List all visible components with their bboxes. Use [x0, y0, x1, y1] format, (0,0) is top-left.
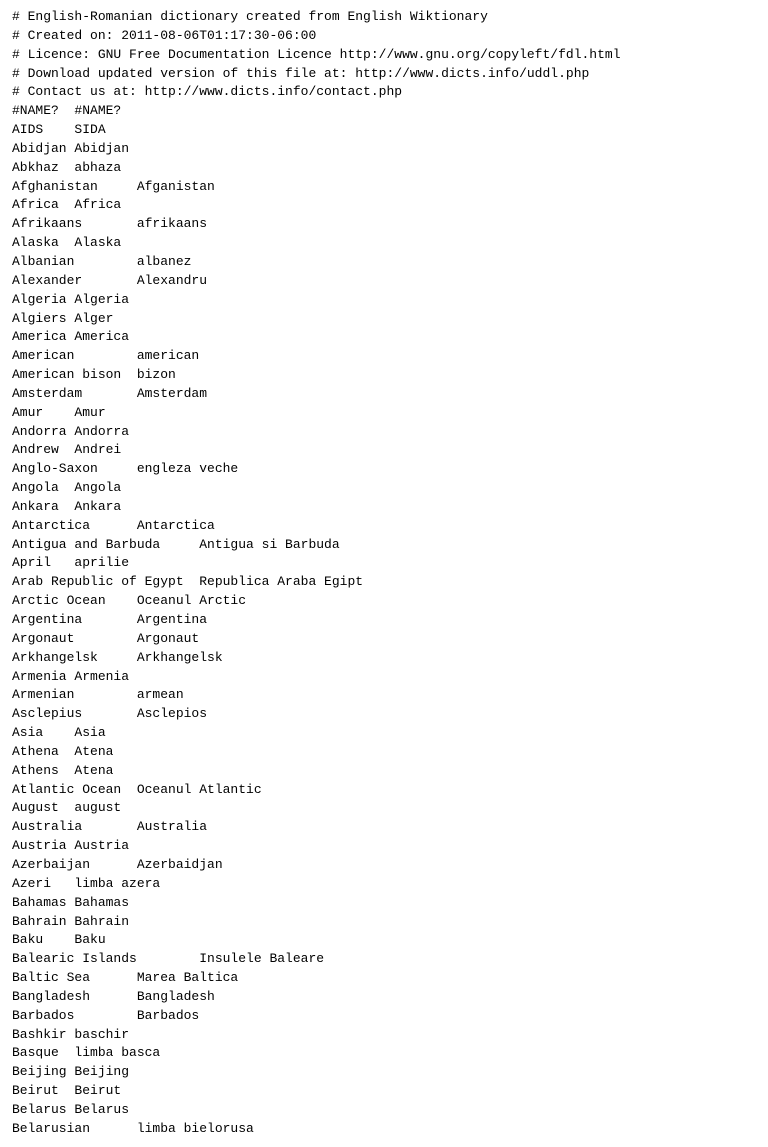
dictionary-content: # English-Romanian dictionary created fr…: [12, 8, 756, 1139]
